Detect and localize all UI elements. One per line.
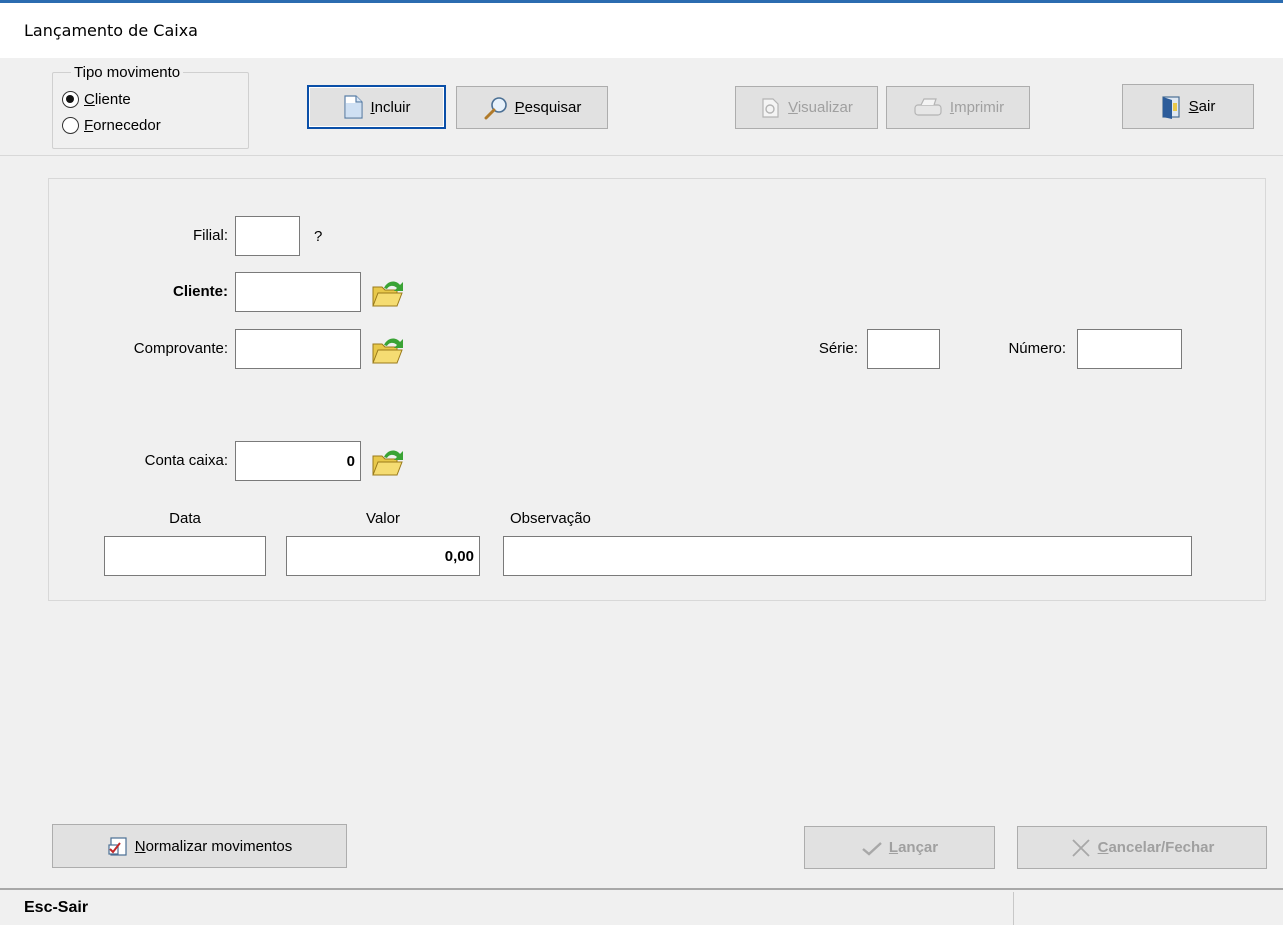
tipo-movimento-legend: Tipo movimento [71, 65, 184, 81]
checkmark-icon [861, 840, 883, 856]
new-document-icon [342, 95, 364, 119]
radio-fornecedor-indicator[interactable] [62, 117, 79, 134]
cancelar-label: Cancelar/Fechar [1097, 839, 1215, 856]
radio-cliente[interactable]: Cliente [62, 91, 131, 108]
pesquisar-button[interactable]: Pesquisar [456, 86, 608, 129]
status-bar: Esc-Sair [0, 890, 1283, 925]
observacao-column-label: Observação [510, 510, 591, 527]
status-text: Esc-Sair [24, 899, 89, 916]
close-icon [1070, 837, 1092, 859]
serie-label: Série: [818, 340, 858, 357]
comprovante-input[interactable] [235, 329, 361, 369]
checklist-icon [107, 835, 129, 857]
sair-button[interactable]: Sair [1122, 84, 1254, 129]
cliente-label: Cliente: [172, 283, 228, 300]
incluir-label: Incluir [370, 98, 411, 116]
preview-icon [760, 97, 782, 119]
comprovante-label: Comprovante: [133, 340, 228, 357]
filial-hint: ? [314, 228, 323, 245]
printer-icon [912, 97, 944, 119]
cliente-input[interactable] [235, 272, 361, 312]
normalizar-movimentos-button[interactable]: Normalizar movimentos [52, 824, 347, 868]
status-divider [1013, 892, 1014, 925]
exit-door-icon [1161, 95, 1183, 119]
valor-input[interactable]: 0,00 [286, 536, 480, 576]
radio-fornecedor-label: Fornecedor [84, 117, 161, 134]
numero-input[interactable] [1077, 329, 1182, 369]
conta-caixa-lookup-icon[interactable] [370, 445, 406, 481]
normalizar-label: Normalizar movimentos [134, 837, 293, 855]
visualizar-label: Visualizar [788, 99, 853, 116]
imprimir-button[interactable]: Imprimir [886, 86, 1030, 129]
radio-cliente-indicator[interactable] [62, 91, 79, 108]
pesquisar-label: Pesquisar [514, 99, 582, 116]
valor-column-label: Valor [366, 510, 400, 527]
radio-fornecedor[interactable]: Fornecedor [62, 117, 161, 134]
radio-cliente-label: Cliente [84, 91, 131, 108]
lancar-button[interactable]: Lançar [804, 826, 995, 869]
cancelar-fechar-button[interactable]: Cancelar/Fechar [1017, 826, 1267, 869]
imprimir-label: Imprimir [949, 99, 1005, 116]
cliente-lookup-icon[interactable] [370, 276, 406, 312]
data-column-label: Data [169, 510, 201, 527]
comprovante-lookup-icon[interactable] [370, 333, 406, 369]
window-title: Lançamento de Caixa [24, 21, 198, 40]
title-bar: Lançamento de Caixa [0, 3, 1283, 58]
tipo-movimento-group: Tipo movimento Cliente Fornecedor [52, 65, 249, 149]
visualizar-button[interactable]: Visualizar [735, 86, 878, 129]
incluir-button[interactable]: Incluir [307, 85, 446, 129]
observacao-input[interactable] [503, 536, 1192, 576]
sair-label: Sair [1188, 98, 1216, 115]
numero-label: Número: [1008, 340, 1066, 357]
filial-label: Filial: [192, 227, 228, 244]
magnifier-icon [483, 96, 509, 120]
conta-caixa-label: Conta caixa: [144, 452, 228, 469]
lancar-label: Lançar [888, 839, 939, 856]
conta-caixa-input[interactable]: 0 [235, 441, 361, 481]
toolbar: Tipo movimento Cliente Fornecedor Inclui… [0, 58, 1283, 156]
data-input[interactable] [104, 536, 266, 576]
serie-input[interactable] [867, 329, 940, 369]
filial-input[interactable] [235, 216, 300, 256]
